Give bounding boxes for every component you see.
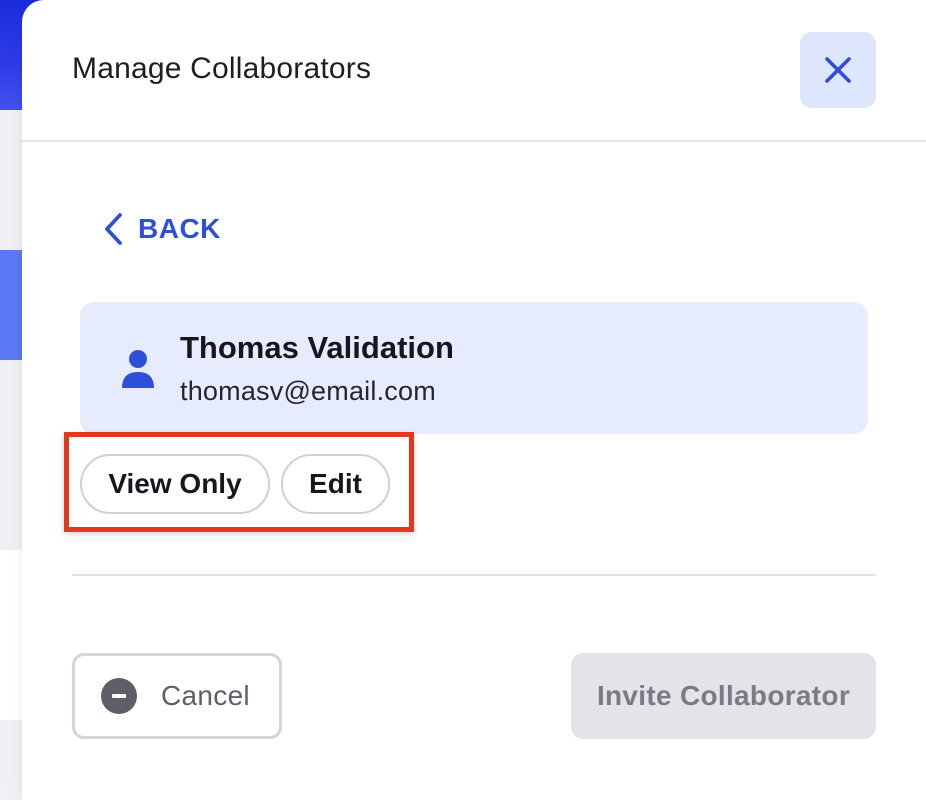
cancel-label: Cancel [161,680,250,711]
close-button[interactable] [800,32,876,108]
back-label: BACK [138,213,221,244]
collaborator-email: thomasv@email.com [180,376,436,406]
modal-title: Manage Collaborators [72,52,372,85]
view-only-button[interactable]: View Only [80,454,270,514]
collaborator-name: Thomas Validation [180,330,454,365]
chevron-left-icon [105,213,122,245]
collaborator-card: Thomas Validation thomasv@email.com [80,302,868,434]
minus-circle-icon [101,678,137,714]
cancel-button[interactable]: Cancel [72,653,282,739]
close-icon [825,57,851,83]
divider [72,574,876,576]
edit-button[interactable]: Edit [281,454,390,514]
modal-header: Manage Collaborators [22,0,926,142]
invite-collaborator-button[interactable]: Invite Collaborator [571,653,876,739]
back-button[interactable]: BACK [102,206,221,252]
user-icon [122,350,154,388]
manage-collaborators-modal: Manage Collaborators BACK Thomas Validat… [22,0,926,800]
